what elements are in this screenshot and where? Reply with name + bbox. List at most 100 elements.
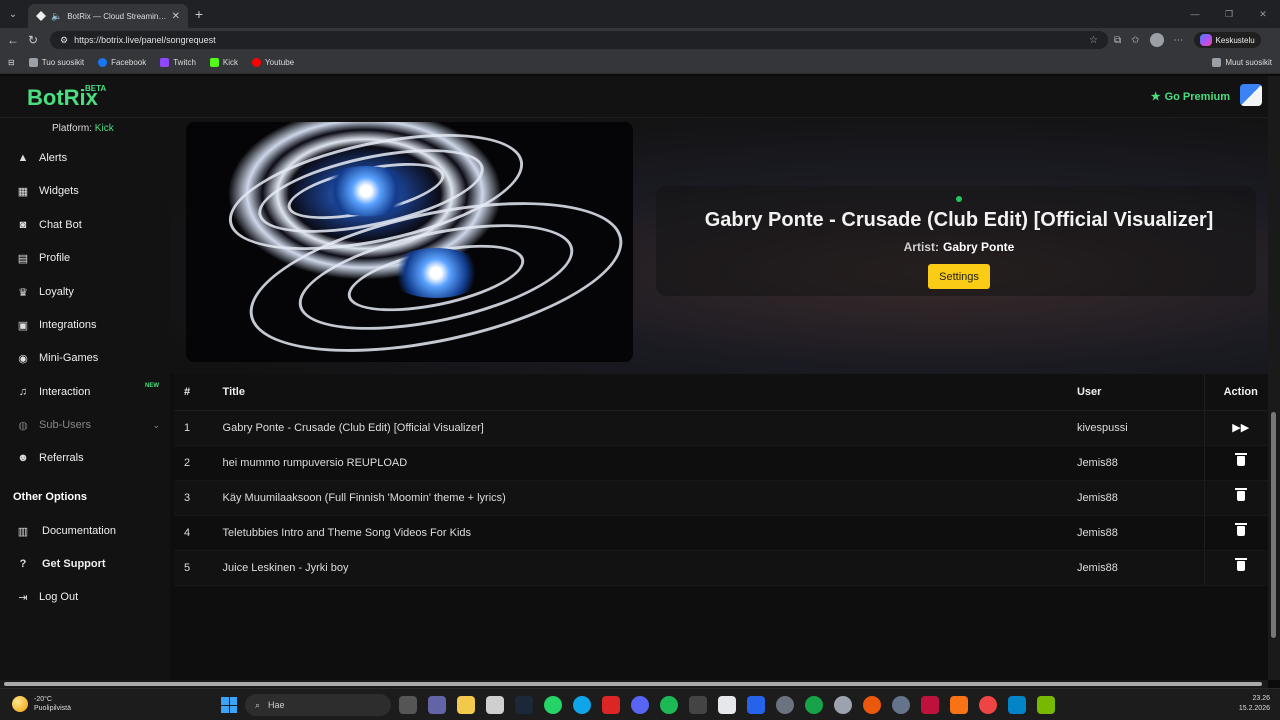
sidebar-item-documentation[interactable]: ▥ Documentation [16,521,166,541]
vertical-scrollbar[interactable] [1268,76,1280,680]
copilot-icon [1199,34,1212,46]
skip-icon[interactable]: ▶▶ [1232,421,1249,434]
favorites-icon[interactable]: ✩ [1131,35,1139,46]
trash-icon[interactable] [1234,488,1247,501]
app-orange-icon[interactable] [863,696,881,714]
taskbar-apps [399,696,1055,714]
copilot-button[interactable]: Keskustelu [1193,32,1261,48]
vlc-icon[interactable] [950,696,968,714]
browser-tab[interactable]: 🔈 BotRix — Cloud Streaming Bo ✕ [28,4,188,28]
obs-icon[interactable] [834,696,852,714]
app-g-icon[interactable] [689,696,707,714]
app-window-icon[interactable] [1008,696,1026,714]
trophy-icon: ♛ [18,286,28,299]
user-avatar[interactable] [1240,84,1262,106]
start-button[interactable] [221,697,237,713]
taskbar: -20°C Puolipilvistä ⌕ Hae 23.26 15.2.202… [0,688,1280,720]
mail-icon[interactable] [747,696,765,714]
table-row: 3 Käy Muumilaaksoon (Full Finnish 'Moomi… [174,480,1276,516]
profile-avatar[interactable] [1149,33,1164,47]
more-menu-icon[interactable]: ⋯ [1174,35,1184,46]
sidebar-item-label: Sub-Users [39,419,91,431]
column-header-title: Title [212,374,1067,411]
bookmark-kick[interactable]: Kick [209,58,238,67]
scrollbar-thumb[interactable] [1271,412,1276,638]
restore-button[interactable]: ❐ [1212,0,1246,28]
facebook-icon [98,58,108,67]
close-window-button[interactable]: ✕ [1246,0,1280,28]
minimize-button[interactable]: — [1178,0,1212,28]
file-explorer-icon[interactable] [457,696,475,714]
spotify-icon[interactable] [660,696,678,714]
beta-badge: BETA [85,84,107,93]
back-button[interactable]: ← [6,33,20,47]
sidebar-item-label: Chat Bot [39,219,82,231]
trash-icon[interactable] [1234,453,1247,466]
settings-button[interactable]: Settings [928,264,990,289]
app-red-icon[interactable] [921,696,939,714]
chevron-down-icon: ⌄ [152,419,160,430]
go-premium-button[interactable]: ★ Go Premium [1151,90,1230,104]
whatsapp-icon[interactable] [544,696,562,714]
bookmark-facebook[interactable]: Facebook [98,58,146,67]
row-action [1204,515,1276,551]
extensions-icon[interactable]: ⧉ [1114,35,1121,46]
nvidia-icon[interactable] [1037,696,1055,714]
speaker-icon[interactable]: 🔈 [51,11,62,22]
sidebar-item-referrals[interactable]: ☻ Referrals [16,448,166,468]
close-tab-icon[interactable]: ✕ [172,11,180,22]
system-clock[interactable]: 23.26 15.2.2026 [1239,694,1270,714]
sidebar-item-profile[interactable]: ▤ Profile [16,248,166,268]
sidebar-item-chat-bot[interactable]: ◙ Chat Bot [16,215,166,235]
windows-logo-icon [229,705,237,713]
bookmark-label: Tuo suosikit [41,58,85,67]
app-l-icon[interactable] [602,696,620,714]
sidebar-item-get-support[interactable]: ? Get Support [16,554,166,574]
sidebar-item-widgets[interactable]: ▦ Widgets [16,181,166,201]
edge-icon[interactable] [573,696,591,714]
row-number: 1 [174,410,213,446]
weather-widget[interactable]: -20°C Puolipilvistä [12,695,71,713]
sidebar-item-sub-users[interactable]: ◍ Sub-Users ⌄ [16,415,166,435]
app-red-round-icon[interactable] [979,696,997,714]
settings-app-icon[interactable] [776,696,794,714]
logout-icon: ⇥ [18,591,28,604]
url-field[interactable]: ⚙ https://botrix.live/panel/songrequest … [50,31,1108,49]
sidebar-item-alerts[interactable]: ▲ Alerts [16,148,166,168]
sidebar-item-integrations[interactable]: ▣ Integrations [16,315,166,335]
task-view-icon[interactable] [399,696,417,714]
warning-icon: ▲ [17,152,29,164]
sidebar-item-interaction[interactable]: ♫ Interaction NEW [16,382,166,402]
windows-logo-icon [229,697,237,705]
gear-app-icon[interactable] [892,696,910,714]
trash-icon[interactable] [1234,523,1247,536]
cover-core [386,248,486,298]
xbox-icon[interactable] [805,696,823,714]
sidebar-item-loyalty[interactable]: ♛ Loyalty [16,282,166,302]
other-bookmarks[interactable]: Muut suosikit [1212,58,1272,67]
scrollbar-thumb[interactable] [4,682,1262,686]
tab-menu-icon[interactable]: ⌄ [0,0,26,28]
windows-logo-icon [221,705,229,713]
bookmarks-toggle-icon[interactable]: ⊟ [8,58,15,67]
discord-icon[interactable] [631,696,649,714]
row-user: Jemis88 [1066,550,1205,586]
store-icon[interactable] [486,696,504,714]
site-info-icon[interactable]: ⚙ [60,35,68,46]
bookmark-label: Facebook [111,58,147,67]
bookmark-twitch[interactable]: Twitch [160,58,196,67]
steam-icon[interactable] [515,696,533,714]
sidebar-item-log-out[interactable]: ⇥ Log Out [16,587,166,607]
sidebar-item-mini-games[interactable]: ◉ Mini-Games [16,348,166,368]
teams-icon[interactable] [428,696,446,714]
taskbar-search[interactable]: ⌕ Hae [245,694,391,716]
sidebar-item-label: Mini-Games [39,352,99,364]
horizontal-scrollbar[interactable] [0,680,1268,688]
reload-button[interactable]: ↻ [26,33,40,47]
bookmark-star-icon[interactable]: ☆ [1089,35,1098,46]
bookmark-import[interactable]: Tuo suosikit [28,58,85,67]
trash-icon[interactable] [1234,558,1247,571]
new-tab-button[interactable]: + [188,6,210,22]
notepad-icon[interactable] [718,696,736,714]
bookmark-youtube[interactable]: Youtube [252,58,294,67]
